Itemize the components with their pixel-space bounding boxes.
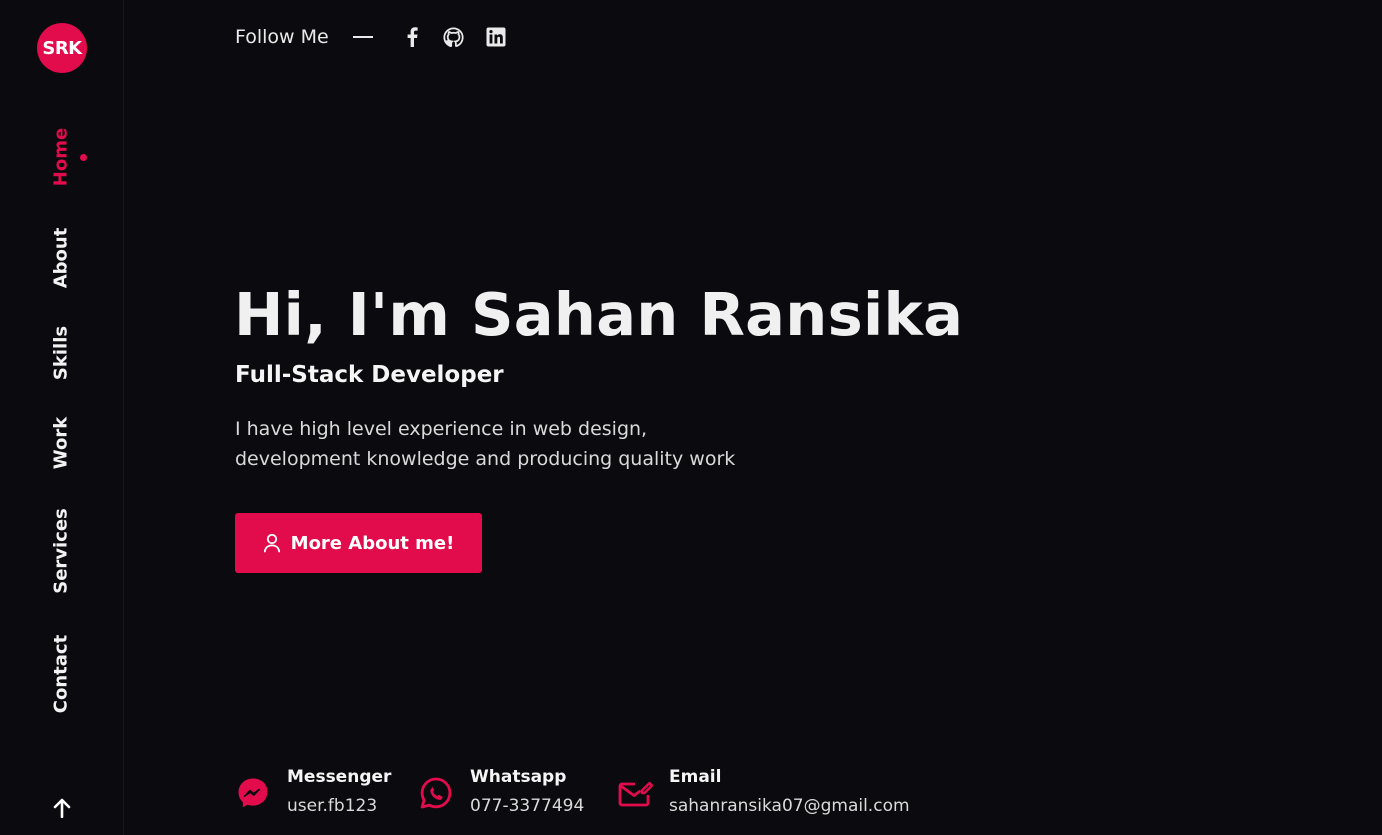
contact-title: Whatsapp <box>470 767 567 787</box>
github-icon <box>443 26 464 47</box>
facebook-link[interactable] <box>401 26 423 48</box>
hero-title: Hi, I'm Sahan Ransika <box>234 280 964 349</box>
linkedin-icon <box>486 27 506 47</box>
more-about-me-label: More About me! <box>290 532 455 554</box>
logo[interactable]: SRK <box>37 23 87 73</box>
email-icon <box>617 775 653 811</box>
hero-description-line-2: development knowledge and producing qual… <box>235 448 736 470</box>
user-icon <box>263 533 280 553</box>
contact-value: user.fb123 <box>287 796 378 816</box>
active-indicator-dot <box>80 154 87 161</box>
contact-whatsapp[interactable]: Whatsapp 077-3377494 <box>418 765 584 823</box>
contact-value: 077-3377494 <box>470 796 585 816</box>
nav-item-about[interactable]: About <box>51 228 72 289</box>
hero-description: I have high level experience in web desi… <box>235 414 855 474</box>
arrow-up-icon <box>53 798 71 818</box>
nav-item-skills[interactable]: Skills <box>51 326 72 380</box>
hero-subtitle: Full-Stack Developer <box>235 362 504 388</box>
nav-item-home[interactable]: Home <box>51 128 72 186</box>
facebook-icon <box>407 27 418 47</box>
logo-text: SRK <box>42 37 82 59</box>
nav-item-work[interactable]: Work <box>51 417 72 469</box>
contact-messenger[interactable]: Messenger user.fb123 <box>235 765 391 823</box>
contact-title: Email <box>669 767 722 787</box>
contact-value: sahanransika07@gmail.com <box>669 796 910 816</box>
contact-title: Messenger <box>287 767 392 787</box>
more-about-me-button[interactable]: More About me! <box>235 513 482 573</box>
sidebar: SRK Home About Skills Work Services Cont… <box>0 0 124 835</box>
whatsapp-icon <box>418 775 454 811</box>
follow-divider <box>352 36 373 38</box>
linkedin-link[interactable] <box>485 26 507 48</box>
scroll-top-button[interactable] <box>51 796 73 820</box>
nav-item-services[interactable]: Services <box>51 508 72 594</box>
follow-label: Follow Me <box>235 26 329 48</box>
messenger-icon <box>235 775 271 811</box>
github-link[interactable] <box>443 26 465 48</box>
follow-bar: Follow Me <box>235 26 527 48</box>
hero-description-line-1: I have high level experience in web desi… <box>235 418 648 440</box>
nav-item-contact[interactable]: Contact <box>51 635 72 713</box>
contact-email[interactable]: Email sahanransika07@gmail.com <box>617 765 910 823</box>
